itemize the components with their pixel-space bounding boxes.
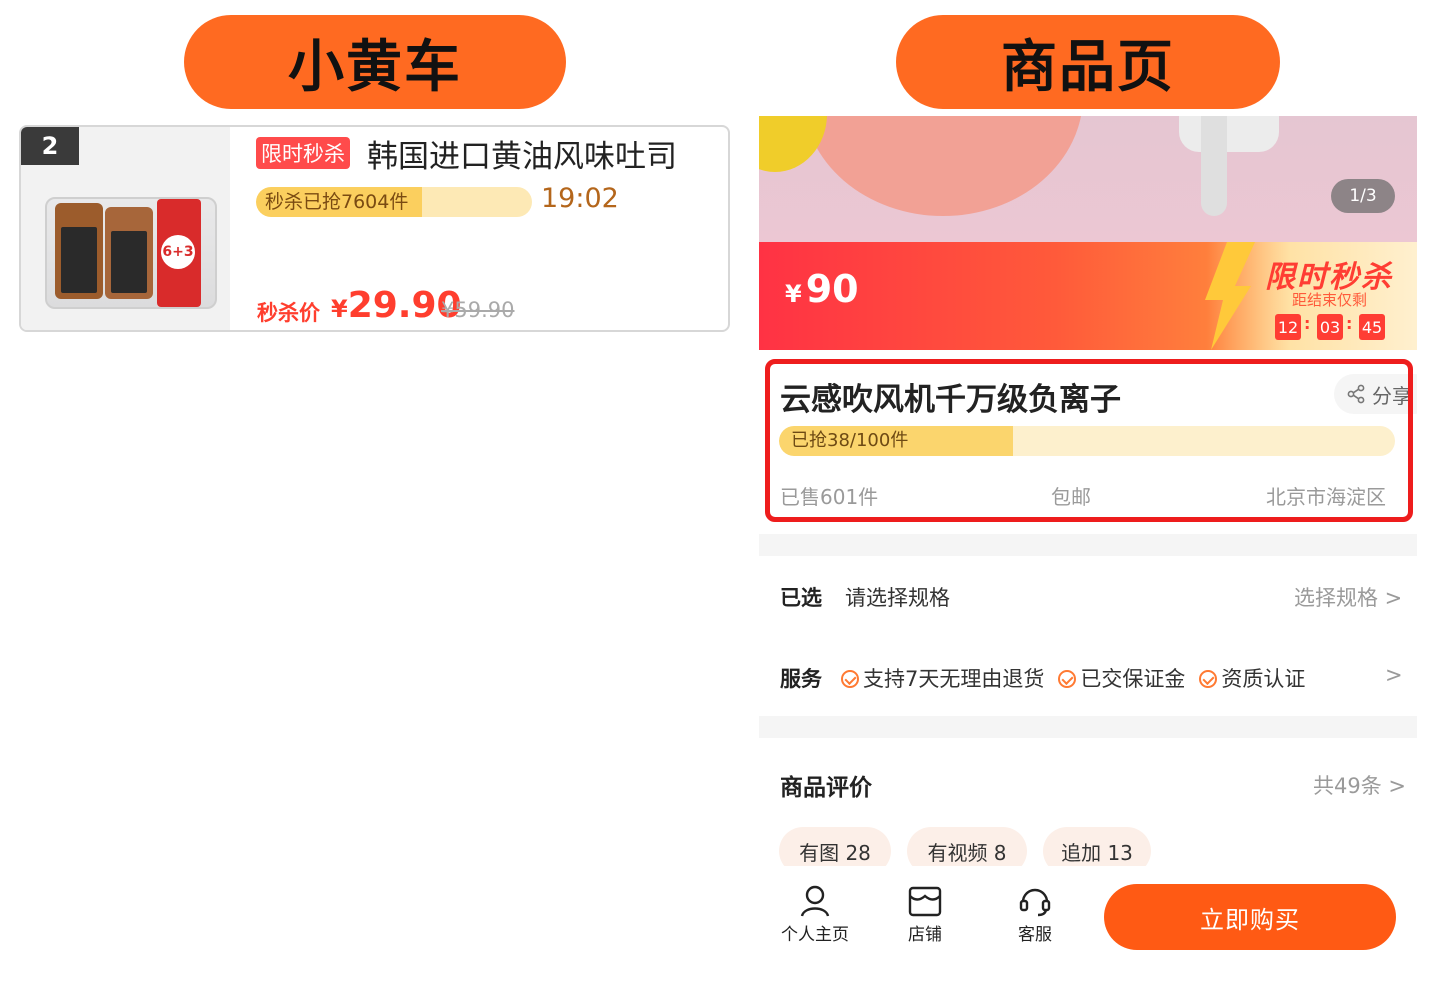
package-badge: 6+3: [161, 235, 195, 269]
service-item: 支持7天无理由退货: [841, 663, 1044, 693]
store-icon: [908, 886, 942, 917]
lightning-icon: [1205, 242, 1255, 350]
chevron-right-icon[interactable]: >: [1385, 663, 1403, 687]
flash-sale-tag: 限时秒杀: [256, 137, 350, 169]
timer-minutes: 03: [1317, 314, 1343, 340]
reviews-count-link[interactable]: 共49条 >: [1313, 770, 1406, 800]
service-label: 服务: [780, 667, 822, 691]
timer-hours: 12: [1275, 314, 1301, 340]
cart-section-title: 小黄车: [184, 15, 566, 109]
check-circle-icon: [1058, 670, 1077, 688]
service-list: 支持7天无理由退货 已交保证金 资质认证: [841, 663, 1319, 693]
check-circle-icon: [841, 670, 859, 688]
flash-sale-subtitle: 距结束仅剩: [1292, 291, 1368, 309]
grab-progress-bar: 秒杀已抢7604件: [256, 187, 532, 217]
product-page-section-title: 商品页: [896, 15, 1280, 109]
reviews-title: 商品评价: [780, 775, 872, 801]
spec-value: 请选择规格: [845, 586, 950, 610]
product-thumbnail: 6+3 2: [21, 127, 230, 330]
carousel-pager: 1/3: [1331, 179, 1395, 213]
cart-product-card[interactable]: 6+3 2 限时秒杀 韩国进口黄油风味吐司 秒杀已抢7604件 19:02 秒杀…: [19, 125, 730, 332]
rank-badge: 2: [21, 127, 79, 165]
headset-icon: [1019, 888, 1051, 917]
service-item: 已交保证金: [1058, 663, 1185, 693]
select-spec-link[interactable]: 选择规格 >: [1294, 582, 1402, 612]
person-icon: [800, 885, 830, 917]
nav-home[interactable]: 个人主页: [775, 884, 855, 945]
spec-label: 已选: [780, 586, 822, 610]
original-price: ¥59.90: [441, 298, 515, 322]
cart-product-title: 韩国进口黄油风味吐司: [367, 139, 677, 175]
buy-now-button[interactable]: 立即购买: [1104, 884, 1396, 950]
flash-price: ¥90: [785, 267, 859, 311]
product-image-carousel[interactable]: 1/3: [759, 116, 1417, 244]
bottom-action-bar: 个人主页 店铺 客服 立即购买: [759, 866, 1417, 994]
service-item: 资质认证: [1199, 663, 1305, 693]
flash-price-label: 秒杀价: [257, 301, 320, 325]
cart-countdown: 19:02: [541, 183, 619, 214]
highlight-box: [765, 359, 1413, 522]
section-divider: [759, 534, 1417, 556]
nav-shop[interactable]: 店铺: [885, 884, 965, 945]
section-divider: [759, 716, 1417, 738]
nav-customer-service[interactable]: 客服: [995, 884, 1075, 945]
product-page: 1/3 ¥90 限时秒杀 距结束仅剩 12 : 03 : 45 云感吹风机千万级…: [759, 116, 1417, 994]
timer-seconds: 45: [1359, 314, 1385, 340]
grab-progress-text: 秒杀已抢7604件: [265, 191, 409, 213]
check-circle-icon: [1199, 670, 1218, 688]
flash-sale-banner: ¥90 限时秒杀 距结束仅剩 12 : 03 : 45: [759, 242, 1417, 350]
